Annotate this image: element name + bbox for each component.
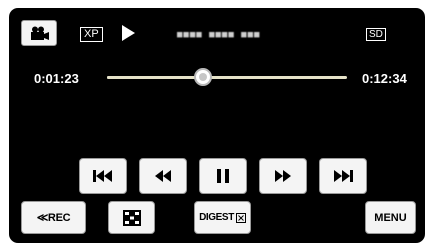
progress-fill bbox=[107, 76, 203, 79]
record-mode-button[interactable]: ≪REC bbox=[21, 201, 86, 234]
rewind-icon bbox=[153, 169, 173, 183]
pause-icon bbox=[215, 168, 231, 184]
digest-playback-button[interactable]: DIGEST bbox=[194, 201, 251, 234]
fast-forward-button[interactable] bbox=[259, 158, 307, 194]
playback-screen: XP ■■■■ ■■■■ ■■■ SD 0:01:23 0:12:34 ≪REC… bbox=[9, 8, 425, 243]
skip-previous-button[interactable] bbox=[79, 158, 127, 194]
pause-button[interactable] bbox=[199, 158, 247, 194]
current-time: 0:01:23 bbox=[34, 71, 79, 86]
video-camera-icon bbox=[28, 26, 50, 41]
skip-next-icon bbox=[332, 169, 354, 183]
menu-label: MENU bbox=[374, 211, 407, 224]
progress-slider-knob[interactable] bbox=[194, 68, 212, 86]
video-mode-button[interactable] bbox=[21, 20, 57, 46]
rewind-button[interactable] bbox=[139, 158, 187, 194]
fast-forward-icon bbox=[273, 169, 293, 183]
media-badge: SD bbox=[366, 28, 386, 41]
quality-badge: XP bbox=[80, 27, 103, 42]
checkbox-x-icon bbox=[235, 212, 246, 223]
play-status-icon bbox=[122, 25, 135, 41]
total-time: 0:12:34 bbox=[362, 71, 407, 86]
record-mode-label: ≪REC bbox=[36, 212, 71, 224]
digest-label: DIGEST bbox=[199, 212, 234, 223]
menu-button[interactable]: MENU bbox=[365, 201, 416, 234]
index-screen-button[interactable] bbox=[108, 201, 155, 234]
skip-previous-icon bbox=[92, 169, 114, 183]
file-name: ■■■■ ■■■■ ■■■ bbox=[177, 30, 261, 40]
skip-next-button[interactable] bbox=[319, 158, 367, 194]
index-grid-icon bbox=[122, 209, 141, 226]
